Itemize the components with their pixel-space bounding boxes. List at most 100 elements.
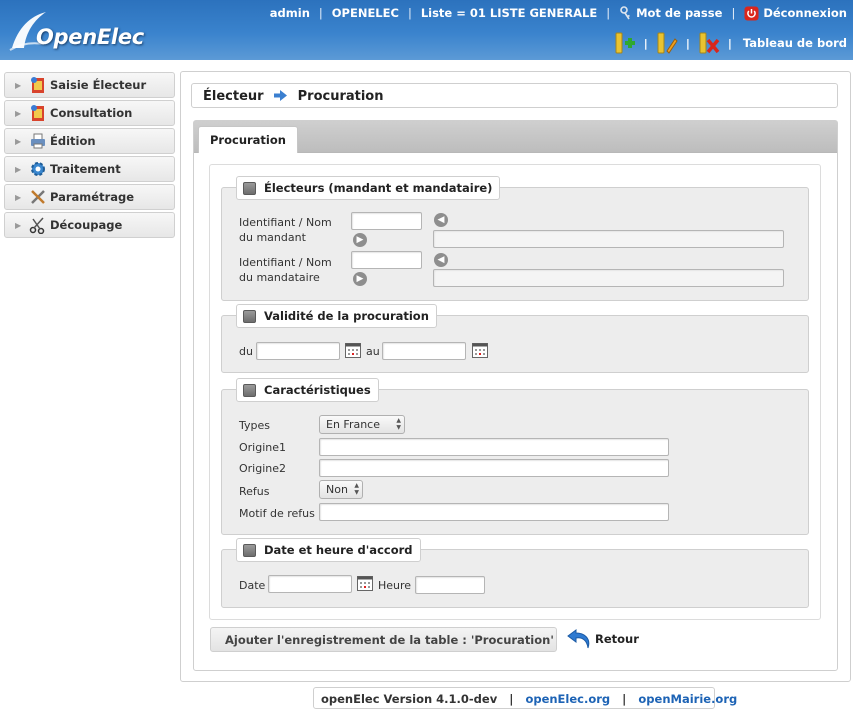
date-accord-label: Date (239, 579, 266, 592)
date-accord-input[interactable] (268, 575, 352, 593)
nav-separator: | (318, 6, 323, 20)
sidebar-item-edition[interactable]: ▶ Édition (4, 128, 175, 154)
tab-bar: Procuration (194, 121, 837, 153)
add-elector-icon[interactable] (613, 31, 637, 55)
date-to-input[interactable] (382, 342, 466, 360)
password-link-label: Mot de passe (636, 5, 723, 20)
add-record-button[interactable]: Ajouter l'enregistrement de la table : '… (210, 627, 557, 652)
top-navigation: admin | OPENELEC | Liste = 01 LISTE GENE… (270, 6, 847, 20)
refus-select[interactable]: Non ▲ ▼ (319, 480, 363, 499)
openelec-link[interactable]: openElec.org (525, 692, 610, 706)
select-updown-icon: ▲ ▼ (354, 482, 359, 496)
calendar-icon[interactable] (357, 575, 373, 591)
footer: openElec Version 4.1.0-dev | openElec.or… (313, 687, 737, 709)
openelec-logo[interactable]: OpenElec (8, 8, 148, 54)
main-content: Électeur Procuration Procuration Électeu… (180, 71, 851, 682)
fieldset-legend[interactable]: Date et heure d'accord (236, 538, 421, 562)
scissors-icon (29, 217, 45, 234)
toolbar-separator: | (727, 36, 732, 50)
logout-link[interactable]: Déconnexion (744, 6, 847, 21)
fieldset-legend[interactable]: Électeurs (mandant et mandataire) (236, 176, 501, 200)
expand-triangle-icon: ▶ (15, 108, 22, 118)
motif-refus-input[interactable] (319, 503, 669, 521)
sidebar-item-consultation[interactable]: ▶ Consultation (4, 100, 175, 126)
expand-triangle-icon: ▶ (15, 192, 22, 202)
password-link[interactable]: Mot de passe (619, 6, 722, 21)
liste-link[interactable]: Liste = 01 LISTE GENERALE (421, 6, 597, 20)
collapse-toggle-icon[interactable] (243, 310, 256, 323)
legend-label: Validité de la procuration (264, 309, 429, 323)
mandataire-search-icon[interactable]: ▶ (353, 272, 367, 286)
mandant-clear-icon[interactable]: ◀ (434, 213, 448, 227)
sidebar-item-decoupage[interactable]: ▶ Découpage (4, 212, 175, 238)
collapse-toggle-icon[interactable] (243, 384, 256, 397)
mandant-search-icon[interactable]: ▶ (353, 233, 367, 247)
sidebar-item-label: Paramétrage (50, 190, 135, 204)
sidebar-item-saisie[interactable]: ▶ Saisie Électeur (4, 72, 175, 98)
expand-triangle-icon: ▶ (15, 136, 22, 146)
select-updown-icon: ▲ ▼ (396, 417, 401, 431)
date-from-input[interactable] (256, 342, 340, 360)
heure-accord-input[interactable] (415, 576, 485, 594)
page-title: Électeur Procuration (191, 83, 838, 108)
mandataire-clear-icon[interactable]: ◀ (434, 253, 448, 267)
saisie-icon (31, 77, 44, 93)
mandant-label-line1: Identifiant / Nom (239, 216, 332, 229)
fieldset-legend[interactable]: Caractéristiques (236, 378, 379, 402)
sidebar-item-label: Découpage (50, 218, 123, 232)
expand-triangle-icon: ▶ (15, 220, 22, 230)
dashboard-link[interactable]: Tableau de bord (743, 36, 847, 50)
calendar-icon[interactable] (472, 342, 488, 358)
quick-toolbar: | | | Tableau de bord (613, 30, 847, 56)
refus-select-value: Non (326, 483, 348, 496)
types-select[interactable]: En France ▲ ▼ (319, 415, 405, 434)
app-header: OpenElec admin | OPENELEC | Liste = 01 L… (0, 0, 853, 60)
arrow-right-icon (274, 90, 288, 101)
refus-label: Refus (239, 485, 270, 498)
procuration-form: Électeurs (mandant et mandataire) Identi… (209, 164, 821, 620)
mandataire-id-input[interactable] (351, 251, 422, 269)
mandataire-label-line2: du mandataire (239, 271, 320, 284)
edit-elector-icon[interactable] (655, 31, 679, 55)
mandant-name-display (433, 230, 784, 248)
date-to-label: au (366, 345, 380, 358)
fieldset-caracteristiques: Caractéristiques Types En France ▲ ▼ Orig… (221, 378, 809, 535)
logout-link-label: Déconnexion (763, 5, 847, 20)
types-label: Types (239, 419, 270, 432)
tab-procuration[interactable]: Procuration (198, 126, 298, 153)
sidebar-item-label: Édition (50, 134, 96, 148)
tab-panel: Procuration Électeurs (mandant et mandat… (193, 120, 838, 671)
breadcrumb-current: Procuration (297, 89, 384, 104)
fieldset-validite: Validité de la procuration du au (221, 304, 809, 373)
fieldset-electeurs: Électeurs (mandant et mandataire) Identi… (221, 176, 809, 301)
expand-triangle-icon: ▶ (15, 164, 22, 174)
collapse-toggle-icon[interactable] (243, 182, 256, 195)
version-label: openElec Version 4.1.0-dev (321, 692, 498, 706)
openmairie-link[interactable]: openMairie.org (638, 692, 737, 706)
key-icon (620, 6, 630, 20)
calendar-icon[interactable] (345, 342, 361, 358)
date-from-label: du (239, 345, 253, 358)
sidebar-item-parametrage[interactable]: ▶ Paramétrage (4, 184, 175, 210)
origine2-label: Origine2 (239, 462, 287, 475)
logo-text: OpenElec (36, 25, 144, 49)
fieldset-accord: Date et heure d'accord Date Heure (221, 538, 809, 608)
legend-label: Date et heure d'accord (264, 543, 413, 557)
fieldset-legend[interactable]: Validité de la procuration (236, 304, 437, 328)
delete-elector-icon[interactable] (697, 31, 721, 55)
heure-accord-label: Heure (378, 579, 412, 592)
collapse-toggle-icon[interactable] (243, 544, 256, 557)
nav-separator: | (731, 6, 736, 20)
tools-icon (31, 190, 45, 204)
motif-refus-label: Motif de refus (239, 507, 315, 520)
consultation-icon (31, 105, 44, 121)
footer-separator: | (622, 692, 627, 706)
origine2-input[interactable] (319, 459, 669, 477)
sidebar-item-label: Saisie Électeur (50, 78, 147, 92)
collectivite-label: OPENELEC (331, 6, 399, 20)
mandant-id-input[interactable] (351, 212, 422, 230)
sidebar-item-traitement[interactable]: ▶ Traitement (4, 156, 175, 182)
sidebar-menu: ▶ Saisie Électeur ▶ Consultation ▶ Éditi… (4, 72, 175, 240)
back-link[interactable]: Retour (567, 626, 639, 652)
origine1-input[interactable] (319, 438, 669, 456)
